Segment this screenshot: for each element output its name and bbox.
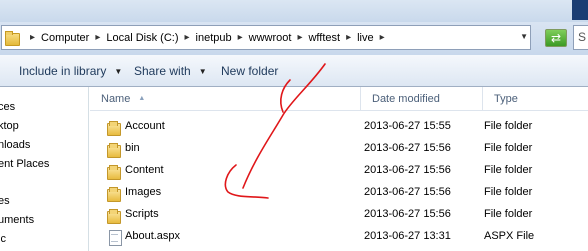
breadcrumb-wfftest[interactable]: wfftest bbox=[308, 32, 340, 44]
file-name: Images bbox=[125, 186, 162, 198]
command-toolbar: Include in library ▼ Share with ▼ New fold… bbox=[0, 55, 588, 87]
breadcrumb-live[interactable]: live bbox=[357, 32, 374, 44]
file-name: About.aspx bbox=[125, 230, 181, 242]
sort-ascending-icon: ▲ bbox=[138, 95, 146, 102]
file-date-modified: 2013-06-27 13:31 bbox=[364, 230, 451, 242]
folder-icon bbox=[106, 119, 122, 136]
breadcrumb-local-disk[interactable]: Local Disk (C:) bbox=[106, 32, 178, 44]
file-type: File folder bbox=[484, 208, 533, 220]
folder-icon bbox=[4, 30, 20, 46]
file-name: bin bbox=[125, 142, 140, 154]
nav-item-desktop[interactable]: ktop bbox=[0, 120, 19, 132]
file-date-modified: 2013-06-27 15:56 bbox=[364, 142, 451, 154]
dropdown-arrow-icon: ▼ bbox=[114, 67, 123, 76]
folder-icon bbox=[106, 163, 122, 180]
address-bar[interactable]: ▸ Computer ▸ Local Disk (C:) ▸ inetpub ▸… bbox=[1, 25, 531, 50]
navigation-pane[interactable]: ces ktop nloads ent Places es uments ic bbox=[0, 87, 89, 251]
search-input[interactable]: S bbox=[573, 25, 588, 50]
file-type: ASPX File bbox=[484, 230, 535, 242]
nav-item-favorites[interactable]: ces bbox=[0, 101, 15, 113]
chevron-right-icon[interactable]: ▸ bbox=[297, 32, 302, 43]
file-row[interactable]: Account 2013-06-27 15:55 File folder bbox=[90, 116, 588, 138]
nav-item-libraries[interactable]: es bbox=[0, 195, 10, 207]
file-date-modified: 2013-06-27 15:56 bbox=[364, 186, 451, 198]
folder-icon bbox=[106, 141, 122, 158]
new-folder-button[interactable]: New folder bbox=[221, 64, 278, 78]
dropdown-arrow-icon: ▼ bbox=[198, 67, 207, 76]
file-name: Content bbox=[125, 164, 164, 176]
refresh-icon: ⇄ bbox=[550, 31, 562, 45]
file-type: File folder bbox=[484, 164, 533, 176]
share-with-button[interactable]: Share with ▼ bbox=[134, 64, 207, 78]
share-with-label: Share with bbox=[134, 64, 191, 78]
file-type: File folder bbox=[484, 120, 533, 132]
column-header-date-modified[interactable]: Date modified bbox=[360, 87, 482, 111]
nav-item-music[interactable]: ic bbox=[0, 233, 6, 245]
breadcrumb-inetpub[interactable]: inetpub bbox=[196, 32, 232, 44]
column-header-name[interactable]: Name ▲ bbox=[90, 87, 360, 111]
address-row: ▸ Computer ▸ Local Disk (C:) ▸ inetpub ▸… bbox=[0, 22, 588, 55]
file-icon bbox=[106, 229, 122, 246]
chevron-right-icon[interactable]: ▸ bbox=[380, 32, 385, 43]
chevron-right-icon[interactable]: ▸ bbox=[95, 32, 100, 43]
nav-item-downloads[interactable]: nloads bbox=[0, 139, 30, 151]
file-row[interactable]: Scripts 2013-06-27 15:56 File folder bbox=[90, 204, 588, 226]
nav-item-recent-places[interactable]: ent Places bbox=[0, 158, 49, 170]
column-header-row: Name ▲ Date modified Type bbox=[90, 87, 588, 111]
column-date-label: Date modified bbox=[372, 93, 440, 105]
file-date-modified: 2013-06-27 15:55 bbox=[364, 120, 451, 132]
folder-icon bbox=[106, 185, 122, 202]
nav-item-documents[interactable]: uments bbox=[0, 214, 34, 226]
file-row[interactable]: About.aspx 2013-06-27 13:31 ASPX File bbox=[90, 226, 588, 248]
file-type: File folder bbox=[484, 186, 533, 198]
include-in-library-label: Include in library bbox=[19, 64, 107, 78]
column-name-label: Name bbox=[101, 93, 131, 105]
file-row[interactable]: Images 2013-06-27 15:56 File folder bbox=[90, 182, 588, 204]
file-date-modified: 2013-06-27 15:56 bbox=[364, 208, 451, 220]
window-title-bar bbox=[0, 0, 588, 22]
breadcrumb-computer[interactable]: Computer bbox=[41, 32, 89, 44]
column-type-label: Type bbox=[494, 93, 518, 105]
window-frame-edge bbox=[572, 0, 588, 20]
breadcrumb-wwwroot[interactable]: wwwroot bbox=[249, 32, 292, 44]
column-header-type[interactable]: Type bbox=[482, 87, 588, 111]
folder-icon bbox=[106, 207, 122, 224]
chevron-right-icon[interactable]: ▸ bbox=[238, 32, 243, 43]
refresh-button[interactable]: ⇄ bbox=[545, 29, 567, 47]
file-name: Account bbox=[125, 120, 165, 132]
address-dropdown-icon[interactable]: ▼ bbox=[520, 32, 528, 41]
chevron-right-icon[interactable]: ▸ bbox=[30, 32, 35, 43]
chevron-right-icon[interactable]: ▸ bbox=[346, 32, 351, 43]
file-row[interactable]: bin 2013-06-27 15:56 File folder bbox=[90, 138, 588, 160]
new-folder-label: New folder bbox=[221, 64, 279, 78]
file-type: File folder bbox=[484, 142, 533, 154]
include-in-library-button[interactable]: Include in library ▼ bbox=[19, 64, 122, 78]
chevron-right-icon[interactable]: ▸ bbox=[184, 32, 189, 43]
file-date-modified: 2013-06-27 15:56 bbox=[364, 164, 451, 176]
file-name: Scripts bbox=[125, 208, 159, 220]
file-row[interactable]: Content 2013-06-27 15:56 File folder bbox=[90, 160, 588, 182]
